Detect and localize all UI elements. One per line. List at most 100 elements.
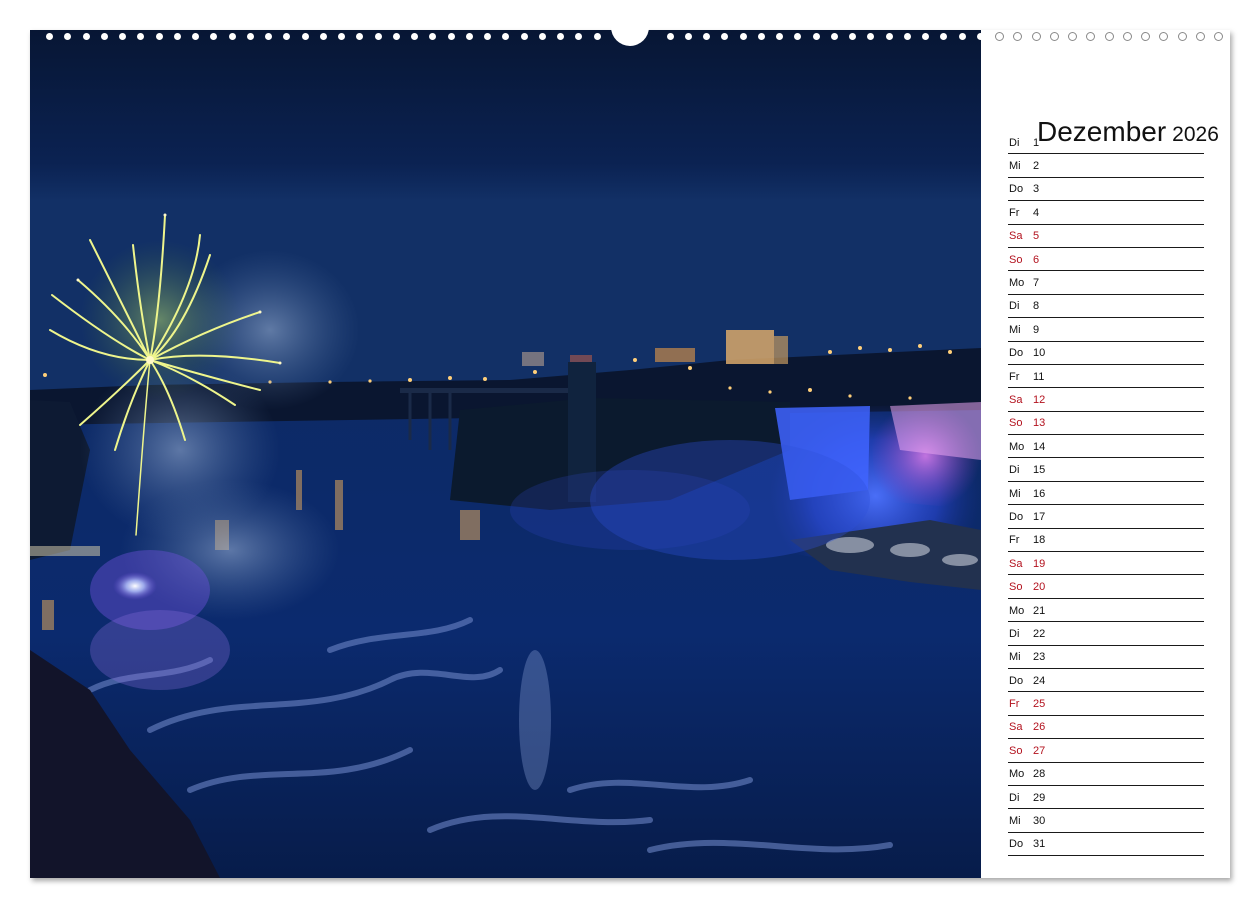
binding-hole	[794, 33, 802, 40]
binding-hole	[82, 33, 90, 40]
weekday-label: Sa	[1009, 557, 1023, 570]
binding-hole	[776, 33, 783, 40]
binding-hole	[411, 33, 418, 40]
binding-hole	[283, 33, 291, 40]
weekday-label: Mi	[1009, 323, 1021, 336]
binding-hole	[465, 33, 473, 40]
weekday-label: Do	[1009, 510, 1024, 523]
day-number: 9	[1033, 323, 1040, 336]
binding-hole	[1195, 32, 1205, 41]
weekday-label: Fr	[1009, 534, 1020, 547]
weekday-label: Do	[1009, 347, 1024, 360]
weekday-label: Di	[1009, 791, 1020, 804]
day-number: 4	[1033, 206, 1040, 219]
binding-hole	[502, 33, 510, 40]
weekday-label: Do	[1009, 183, 1024, 196]
binding-hole	[903, 33, 911, 40]
day-number: 29	[1033, 791, 1046, 804]
day-number: 26	[1033, 721, 1046, 734]
weekday-label: Mi	[1009, 651, 1021, 664]
day-row: Mi 23	[1008, 646, 1204, 669]
binding-hole	[155, 33, 163, 40]
weekday-label: So	[1009, 417, 1023, 430]
binding-hole	[447, 33, 455, 40]
weekday-label: Mi	[1009, 160, 1021, 173]
rainbow-bridge	[400, 388, 580, 393]
binding-hole	[338, 33, 345, 40]
day-row: Fr 25	[1008, 692, 1204, 716]
binding-hole	[976, 33, 984, 40]
binding-hole	[100, 33, 108, 40]
day-number: 31	[1033, 838, 1046, 851]
binding-hole	[319, 33, 327, 40]
day-number: 27	[1033, 744, 1046, 757]
day-number: 30	[1033, 815, 1046, 828]
weekday-label: Di	[1009, 627, 1020, 640]
binding-hole	[538, 33, 546, 40]
day-row: Mo 7	[1008, 271, 1204, 295]
binding-hole	[1013, 32, 1023, 41]
binding-hole	[739, 33, 747, 40]
day-row: Di 1	[1008, 131, 1204, 155]
day-number: 22	[1033, 627, 1046, 640]
day-row: So 20	[1008, 575, 1204, 599]
binding-hole	[995, 32, 1004, 41]
day-number: 23	[1033, 651, 1046, 664]
day-row: Fr 4	[1008, 201, 1204, 225]
day-row: Fr 18	[1008, 529, 1204, 553]
day-row: So 13	[1008, 412, 1204, 436]
weekday-label: Di	[1009, 300, 1020, 313]
binding-hole	[1141, 32, 1150, 41]
binding-hole	[210, 33, 218, 40]
binding-hole	[1049, 32, 1059, 41]
binding-hole	[703, 33, 710, 40]
day-number: 11	[1033, 370, 1045, 383]
binding-hole	[137, 33, 145, 40]
binding-hole	[940, 33, 948, 40]
day-number: 7	[1033, 277, 1040, 290]
binding-hole	[812, 33, 820, 40]
weekday-label: Mo	[1009, 768, 1025, 781]
weekday-label: Fr	[1009, 370, 1020, 383]
day-number: 24	[1033, 674, 1046, 687]
binding-hole	[64, 33, 72, 40]
binding-hole	[1214, 32, 1223, 41]
day-row: Sa 26	[1008, 716, 1204, 740]
binding-hole	[666, 33, 674, 40]
day-list: Di 1 Mi 2 Do 3 Fr 4 Sa 5 So 6 Mo 7 Di 8 Mi 9 Do 10 Fr 11 Sa 12 S…	[1008, 131, 1204, 857]
weekday-label: Fr	[1009, 206, 1020, 219]
binding-hole	[922, 33, 929, 40]
binding-hole	[867, 33, 875, 40]
night-falls-photo	[30, 30, 981, 878]
day-number: 18	[1033, 534, 1046, 547]
binding-hole	[849, 33, 856, 40]
binding-hole	[429, 33, 437, 40]
day-number: 2	[1033, 160, 1040, 173]
weekday-label: Mi	[1009, 487, 1021, 500]
binding-hole	[520, 33, 528, 40]
binding-hole	[1068, 32, 1077, 41]
day-row: Di 29	[1008, 786, 1204, 810]
photo-illustration	[30, 30, 981, 878]
weekday-label: Sa	[1009, 230, 1023, 243]
day-number: 17	[1033, 510, 1046, 523]
binding-hole	[684, 33, 692, 40]
binding-hole	[119, 33, 126, 40]
day-number: 25	[1033, 698, 1046, 711]
day-number: 10	[1033, 347, 1046, 360]
binding-hole	[374, 33, 382, 40]
binding-hole	[356, 33, 364, 40]
binding-hole	[885, 33, 893, 40]
day-number: 12	[1033, 393, 1046, 406]
binding-hole	[721, 33, 729, 40]
binding-hole	[1104, 32, 1114, 41]
day-row: Mi 30	[1008, 809, 1204, 833]
binding-hole	[593, 33, 601, 40]
binding-hole	[46, 33, 53, 40]
binding-hole	[1122, 32, 1132, 41]
weekday-label: Mo	[1009, 604, 1025, 617]
weekday-label: Fr	[1009, 698, 1020, 711]
binding-hole	[484, 33, 491, 40]
binding-hole	[1031, 32, 1041, 41]
weekday-label: So	[1009, 744, 1023, 757]
